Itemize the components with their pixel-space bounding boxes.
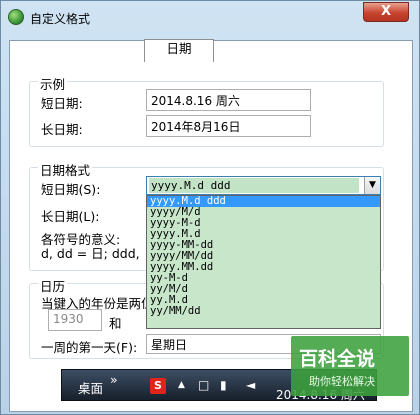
watermark-subtitle: 助你轻松解决 — [309, 375, 375, 388]
watermark-title: 百科全说 — [299, 348, 376, 370]
short-date-label: 短日期(S): — [41, 182, 101, 197]
short-date-value[interactable]: yyyy.M.d ddd — [149, 178, 359, 193]
usb-device-icon[interactable]: ▮ — [220, 378, 227, 392]
symbols-meaning-text: d, dd = 日; ddd, — [41, 246, 140, 261]
caret-up-icon[interactable]: ▲ — [178, 380, 185, 390]
short-date-combobox[interactable]: yyyy.M.d ddd ▼ — [146, 176, 381, 195]
sample-long-label: 长日期: — [41, 122, 83, 137]
custom-format-dialog: 自定义格式 X 数字 货币 时间 日期 排序 示例 短日期: 2014.8.16… — [0, 0, 420, 415]
chevron-down-icon[interactable]: ▼ — [364, 177, 380, 194]
sogou-ime-icon[interactable]: S — [150, 378, 166, 394]
year-start-field[interactable]: 1930 — [48, 309, 102, 331]
short-date-dropdown: yyyy.M.d ddd yyyy/M/d yyyy-M-d yyyy.M.d … — [146, 195, 381, 329]
window-title: 自定义格式 — [30, 12, 91, 26]
expand-chevron-icon[interactable]: » — [110, 372, 118, 387]
volume-icon[interactable]: ◄ — [246, 378, 255, 392]
network-icon[interactable]: □ — [198, 378, 209, 392]
watermark-logo: 百科全说 助你轻松解决 — [291, 336, 409, 396]
desktop-toolbar-label[interactable]: 桌面 — [78, 378, 103, 397]
app-globe-icon — [8, 9, 24, 25]
sample-legend: 示例 — [38, 74, 68, 93]
sample-short-label: 短日期: — [41, 96, 83, 111]
first-day-label: 一周的第一天(F): — [41, 340, 138, 355]
tab-date[interactable]: 日期 — [144, 39, 214, 62]
sample-long-field: 2014年8月16日 — [146, 115, 311, 137]
title-bar: 自定义格式 X — [1, 1, 420, 33]
dropdown-option[interactable]: yy/MM/dd — [147, 306, 380, 317]
sample-short-field: 2014.8.16 周六 — [146, 89, 311, 111]
long-date-label: 长日期(L): — [41, 209, 100, 224]
close-button[interactable]: X — [363, 2, 409, 22]
date-format-legend: 日期格式 — [38, 160, 93, 179]
and-label: 和 — [109, 316, 122, 331]
